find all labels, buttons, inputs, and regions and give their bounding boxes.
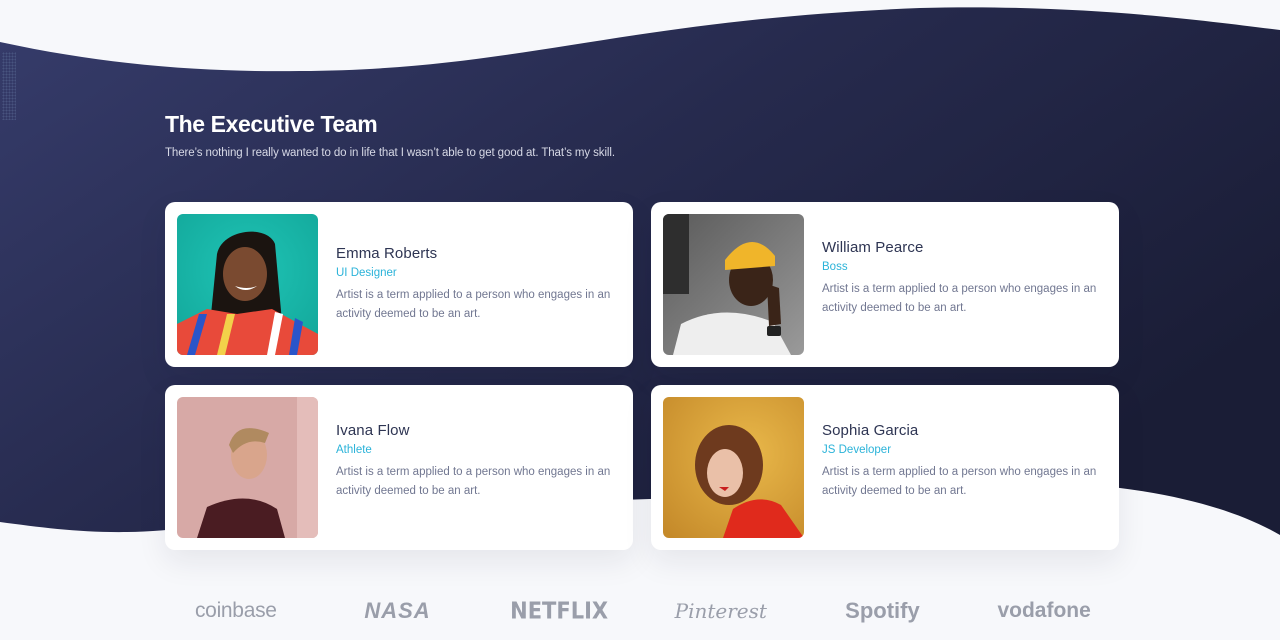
team-member-photo xyxy=(177,214,318,355)
portrait-woman-braids-image xyxy=(177,214,318,355)
section-title: The Executive Team xyxy=(165,111,378,137)
portrait-woman-red-shirt-image xyxy=(663,397,804,538)
spotify-logo: Spotify xyxy=(845,598,920,623)
team-member-bio: Artist is a term applied to a person who… xyxy=(336,289,611,320)
team-member-info: William Pearce Boss Artist is a term app… xyxy=(822,239,1103,318)
team-member-name: Sophia Garcia xyxy=(822,422,919,439)
team-member-role: Athlete xyxy=(336,444,372,456)
team-member-bio: Artist is a term applied to a person who… xyxy=(336,466,611,497)
team-section: The Executive Team There’s nothing I rea… xyxy=(0,0,1280,640)
coinbase-logo: coinbase xyxy=(194,599,277,622)
vodafone-logo: vodafone xyxy=(997,599,1091,622)
team-member-info: Emma Roberts UI Designer Artist is a ter… xyxy=(336,245,617,324)
team-card[interactable]: Ivana Flow Athlete Artist is a term appl… xyxy=(165,385,633,550)
team-member-role: UI Designer xyxy=(336,267,397,279)
nasa-logo: NASA xyxy=(364,598,431,623)
team-card[interactable]: William Pearce Boss Artist is a term app… xyxy=(651,202,1119,367)
section-header: The Executive Team There’s nothing I rea… xyxy=(165,111,615,159)
portrait-man-pink-wall-image xyxy=(177,397,318,538)
team-member-name: Emma Roberts xyxy=(336,245,438,262)
dot-pattern-decoration xyxy=(2,52,16,120)
team-card[interactable]: Sophia Garcia JS Developer Artist is a t… xyxy=(651,385,1119,550)
section-subtitle: There’s nothing I really wanted to do in… xyxy=(165,147,615,159)
team-member-info: Sophia Garcia JS Developer Artist is a t… xyxy=(822,422,1103,501)
team-card[interactable]: Emma Roberts UI Designer Artist is a ter… xyxy=(165,202,633,367)
team-member-info: Ivana Flow Athlete Artist is a term appl… xyxy=(336,422,617,501)
team-member-name: William Pearce xyxy=(822,239,924,256)
netflix-logo: NETFLIX xyxy=(510,597,609,625)
team-member-photo xyxy=(663,214,804,355)
team-member-bio: Artist is a term applied to a person who… xyxy=(822,466,1097,497)
partner-logos: coinbase NASA NETFLIX Pinterest Spotify … xyxy=(155,594,1125,628)
pinterest-logo: Pinterest xyxy=(674,599,767,623)
team-member-role: JS Developer xyxy=(822,444,892,456)
team-member-photo xyxy=(663,397,804,538)
team-member-role: Boss xyxy=(822,261,848,273)
portrait-man-beanie-image xyxy=(663,214,804,355)
team-member-name: Ivana Flow xyxy=(336,422,410,439)
team-member-photo xyxy=(177,397,318,538)
team-member-bio: Artist is a term applied to a person who… xyxy=(822,283,1097,314)
